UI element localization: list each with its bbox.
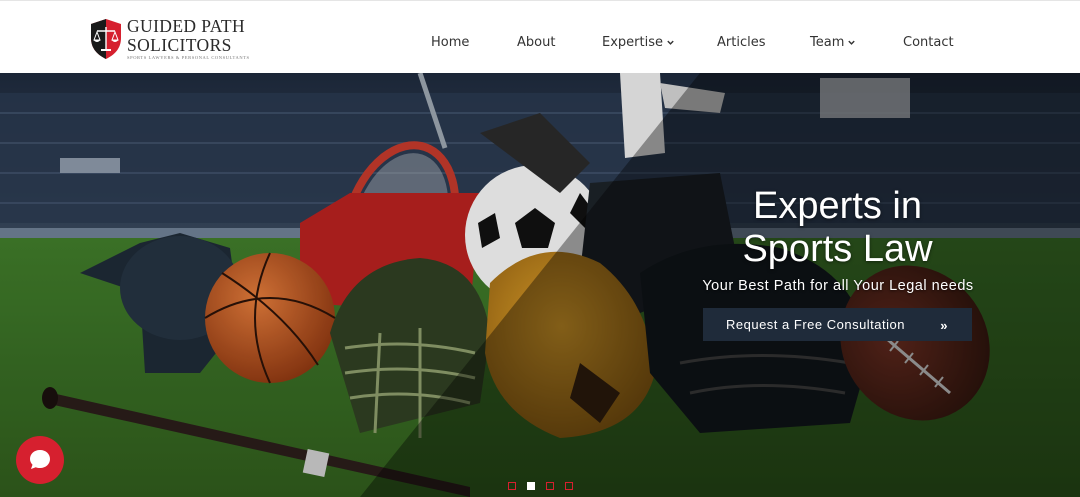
nav-team[interactable]: Team [810, 35, 856, 50]
logo-line-1: GUIDED PATH [127, 16, 245, 36]
hero-title-line-1: Experts in [753, 185, 922, 227]
logo-wordmark: GUIDED PATH SOLICITORS SPORTS LAWYERS & … [127, 16, 250, 61]
chat-bubble-icon [30, 450, 50, 469]
hero-slider: Experts in Sports Law Your Best Path for… [0, 73, 1080, 497]
nav-about-label: About [517, 35, 556, 50]
site-logo[interactable]: GUIDED PATH SOLICITORS SPORTS LAWYERS & … [89, 16, 250, 61]
nav-articles-label: Articles [717, 35, 766, 50]
chevron-down-icon [667, 40, 674, 45]
slider-dot-2[interactable] [527, 482, 535, 490]
double-chevron-right-icon: » [940, 318, 948, 333]
cta-label: Request a Free Consultation [726, 317, 905, 332]
chevron-down-icon [848, 40, 856, 45]
chat-widget-button[interactable] [16, 436, 64, 484]
slider-dot-4[interactable] [565, 482, 573, 490]
logo-tagline: SPORTS LAWYERS & PERSONAL CONSULTANTS [127, 55, 250, 60]
slider-pagination [508, 482, 584, 490]
nav-articles[interactable]: Articles [717, 35, 765, 50]
hero-title: Experts in Sports Law [700, 185, 975, 271]
logo-line-2: SOLICITORS [127, 34, 232, 55]
nav-contact[interactable]: Contact [903, 35, 954, 50]
site-header: GUIDED PATH SOLICITORS SPORTS LAWYERS & … [0, 0, 1080, 73]
request-consultation-button[interactable]: Request a Free Consultation » [703, 308, 972, 341]
nav-expertise[interactable]: Expertise [602, 35, 675, 50]
nav-team-label: Team [810, 35, 845, 50]
shield-scales-icon [91, 19, 121, 59]
nav-contact-label: Contact [903, 35, 954, 50]
nav-home[interactable]: Home [431, 35, 469, 50]
hero-subtitle: Your Best Path for all Your Legal needs [702, 278, 974, 294]
nav-expertise-label: Expertise [602, 35, 663, 50]
slider-dot-1[interactable] [508, 482, 516, 490]
slider-dot-3[interactable] [546, 482, 554, 490]
nav-home-label: Home [431, 35, 470, 50]
hero-title-line-2: Sports Law [742, 228, 933, 270]
nav-about[interactable]: About [517, 35, 555, 50]
